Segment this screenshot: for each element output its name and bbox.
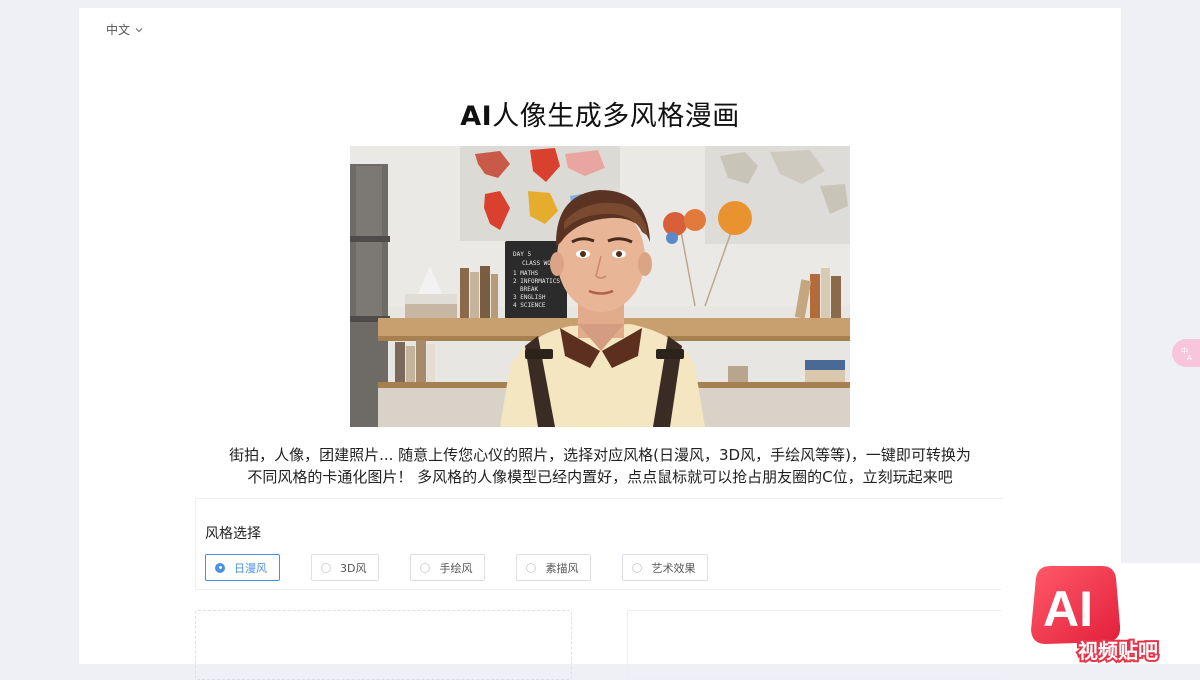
style-option-label: 素描风 — [545, 561, 579, 575]
style-option-label: 3D风 — [340, 561, 367, 575]
style-option-handdrawn[interactable]: 手绘风 — [410, 554, 486, 581]
radio-icon — [526, 562, 537, 573]
description-line-2: 不同风格的卡通化图片！ 多风格的人像模型已经内置好，点点鼠标就可以抢占朋友圈的C… — [247, 468, 953, 486]
page-title-text: 人像生成多风格漫画 — [492, 101, 740, 132]
radio-icon — [321, 562, 331, 573]
svg-text:3 ENGLISH: 3 ENGLISH — [513, 294, 546, 301]
style-option-anime[interactable]: 日漫风 — [205, 554, 280, 581]
language-label: 中文 — [106, 23, 131, 37]
radio-icon — [632, 562, 643, 573]
svg-text:DAY 5: DAY 5 — [513, 251, 531, 258]
style-option-artistic[interactable]: 艺术效果 — [622, 554, 709, 581]
svg-text:4 SCIENCE: 4 SCIENCE — [513, 302, 546, 309]
style-option-label: 手绘风 — [439, 561, 473, 575]
upload-area[interactable] — [195, 610, 572, 680]
style-option-label: 艺术效果 — [651, 561, 696, 575]
classroom-portrait-illustration: DAY 5 CLASS WORK 1 MATHS 2 INFORMATICS B… — [350, 146, 850, 427]
watermark-text: 视频贴吧 — [1078, 639, 1158, 663]
style-select-label: 风格选择 — [205, 526, 261, 542]
svg-text:1 MATHS: 1 MATHS — [513, 270, 539, 277]
radio-selected-icon — [215, 562, 225, 573]
main-card: 中文 AI人像生成多风格漫画 DAY 5 CLASS WORK 1 MATHS … — [79, 8, 1121, 680]
translate-icon: 中 A — [1181, 346, 1192, 361]
description-line-1: 街拍，人像，团建照片... 随意上传您心仪的照片，选择对应风格(日漫风，3D风，… — [229, 446, 971, 464]
svg-text:A: A — [1187, 354, 1192, 361]
language-selector[interactable]: 中文 — [106, 21, 144, 38]
watermark-logo: AI 视频贴吧 — [1031, 566, 1160, 664]
page-title-ai: AI — [460, 101, 493, 132]
style-options: 日漫风 3D风 手绘风 素描风 艺术效果 — [205, 554, 739, 581]
svg-text:2 INFORMATICS: 2 INFORMATICS — [513, 278, 560, 285]
translate-button[interactable]: 中 A — [1172, 339, 1200, 367]
watermark-logo-text: AI — [1043, 581, 1093, 637]
style-option-sketch[interactable]: 素描风 — [516, 554, 592, 581]
style-select-panel: 风格选择 日漫风 3D风 手绘风 素描风 艺术效果 — [195, 498, 1003, 590]
style-option-label: 日漫风 — [234, 561, 267, 575]
description: 街拍，人像，团建照片... 随意上传您心仪的照片，选择对应风格(日漫风，3D风，… — [139, 444, 1061, 488]
hero-image: DAY 5 CLASS WORK 1 MATHS 2 INFORMATICS B… — [350, 146, 850, 427]
chevron-down-icon — [135, 27, 143, 32]
result-area — [627, 610, 1007, 680]
page-title: AI人像生成多风格漫画 — [79, 94, 1121, 133]
svg-text:BREAK: BREAK — [520, 286, 538, 293]
style-option-3d[interactable]: 3D风 — [311, 554, 380, 581]
radio-icon — [420, 562, 431, 573]
